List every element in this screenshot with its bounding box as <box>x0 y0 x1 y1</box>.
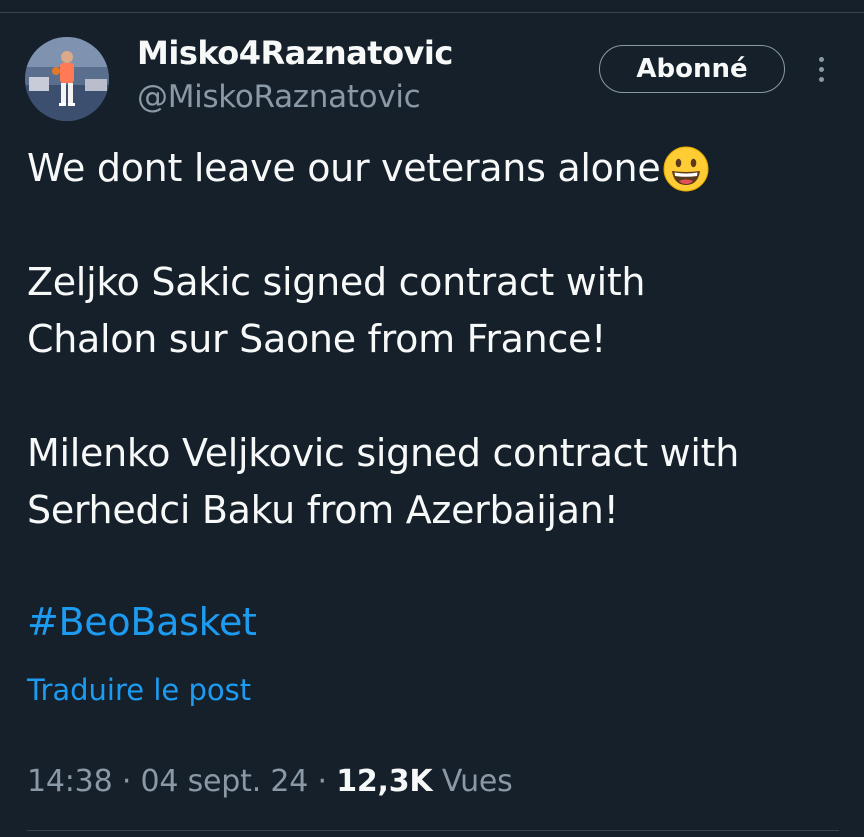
meta-separator: · <box>121 764 132 799</box>
more-dot <box>818 76 824 82</box>
author-avatar[interactable] <box>25 37 109 121</box>
tweet-line-text: Milenko Veljkovic signed contract with <box>27 431 740 475</box>
tweet-line: Chalon sur Saone from France! <box>27 311 847 368</box>
tweet-line: Milenko Veljkovic signed contract with <box>27 425 847 482</box>
tweet-line-text: We dont leave our veterans alone <box>27 146 661 190</box>
tweet-line: We dont leave our veterans alone <box>27 140 847 197</box>
tweet-date[interactable]: 04 sept. 24 <box>141 764 309 799</box>
top-divider <box>0 0 864 13</box>
more-vertical-icon[interactable] <box>810 52 832 86</box>
meta-separator: · <box>317 764 328 799</box>
tweet-meta: 14:38 · 04 sept. 24 · 12,3K Vues <box>27 760 513 804</box>
views-label: Vues <box>441 764 513 799</box>
author-display-name[interactable]: Misko4Raznatovic <box>137 33 453 73</box>
tweet-time[interactable]: 14:38 <box>27 764 113 799</box>
tweet-line-text: Chalon sur Saone from France! <box>27 317 607 361</box>
follow-button[interactable]: Abonné <box>599 45 785 93</box>
tweet-line: Serhedci Baku from Azerbaijan! <box>27 482 847 539</box>
avatar-photo-icon <box>25 37 109 121</box>
tweet-line: Zeljko Sakic signed contract with <box>27 254 847 311</box>
tweet-body: We dont leave our veterans alone Zeljko … <box>27 140 847 539</box>
more-dot <box>818 56 824 62</box>
grinning-face-emoji-icon <box>663 146 709 191</box>
author-handle[interactable]: @MiskoRaznatovic <box>137 77 421 117</box>
tweet-line-text: Zeljko Sakic signed contract with <box>27 260 646 304</box>
more-dot <box>818 66 824 72</box>
tweet-line-text: Serhedci Baku from Azerbaijan! <box>27 488 619 532</box>
hashtag-link[interactable]: #BeoBasket <box>27 594 257 651</box>
bottom-divider <box>27 830 839 831</box>
views-count[interactable]: 12,3K <box>336 764 432 799</box>
translate-post-link[interactable]: Traduire le post <box>27 670 251 710</box>
